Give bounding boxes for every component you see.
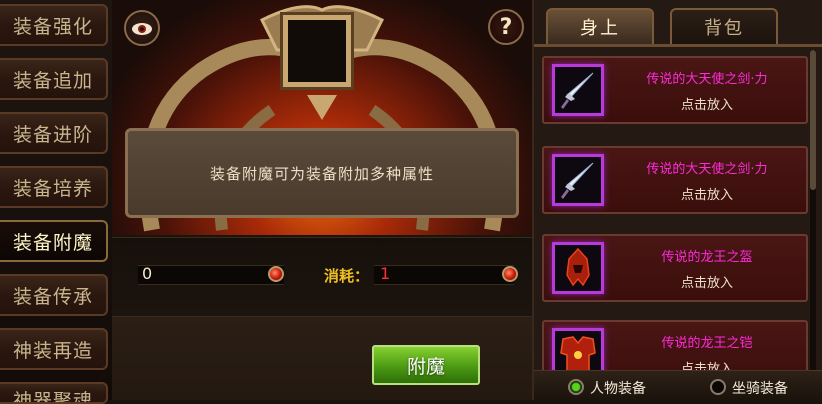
menu-item-label: 装备进阶 [12, 123, 93, 146]
side-menu: 装备强化 装备追加 装备进阶 装备培养 装备附魔 装备传承 神装再造 神器聚魂 [0, 0, 112, 404]
scrollbar-thumb[interactable] [810, 50, 816, 190]
menu-item-inherit[interactable]: 装备传承 [0, 274, 108, 316]
description-text: 装备附魔可为装备附加多种属性 [209, 164, 434, 183]
menu-item-append[interactable]: 装备追加 [0, 58, 108, 100]
menu-item-enhance[interactable]: 装备强化 [0, 4, 108, 46]
menu-item-label: 装备培养 [12, 177, 93, 200]
equipment-slot[interactable] [283, 15, 351, 87]
helmet-icon [552, 242, 604, 294]
menu-item-label: 神器聚魂 [12, 390, 93, 404]
tab-label: 身上 [580, 18, 620, 39]
owned-count-bar [138, 265, 284, 285]
enchant-button[interactable]: 附魔 [372, 345, 480, 385]
item-action: 点击放入 [680, 98, 733, 113]
cost-row: 0 消耗： 1 [112, 237, 532, 317]
menu-item-label: 神装再造 [12, 339, 93, 362]
help-icon: ? [499, 14, 513, 40]
tab-label: 背包 [704, 18, 744, 39]
equipment-panel: 身上 背包 传说的大天使之剑·力 点击放入 传说的大天使之剑·力 点击放入 传说… [532, 0, 822, 401]
menu-item-cultivate[interactable]: 装备培养 [0, 166, 108, 208]
item-name: 传说的龙王之铠 [661, 336, 753, 351]
menu-item-label: 装备附魔 [12, 231, 93, 254]
menu-item-label: 装备强化 [12, 15, 93, 38]
cost-bar [374, 265, 514, 285]
list-item[interactable]: 传说的大天使之剑·力 点击放入 [542, 56, 808, 124]
item-action: 点击放入 [680, 276, 733, 291]
enchant-altar-art: ? 装备附魔可为装备附加多种属性 [112, 0, 532, 235]
menu-item-advance[interactable]: 装备进阶 [0, 112, 108, 154]
tab-divider [534, 44, 822, 47]
menu-item-label: 装备追加 [12, 69, 93, 92]
sword-icon [552, 154, 604, 206]
item-action: 点击放入 [680, 188, 733, 203]
tab-equipped[interactable]: 身上 [546, 8, 654, 44]
eye-icon[interactable] [124, 10, 160, 46]
filter-bar: 人物装备 坐骑装备 [534, 370, 822, 401]
item-name: 传说的大天使之剑·力 [646, 162, 768, 177]
owned-count: 0 [142, 264, 153, 283]
action-area: 附魔 [112, 317, 532, 400]
enchant-panel: ? 装备附魔可为装备附加多种属性 0 消耗： 1 附魔 [112, 0, 532, 400]
menu-item-soul[interactable]: 神器聚魂 [0, 382, 108, 404]
gem-icon [502, 266, 518, 282]
sword-icon [552, 64, 604, 116]
description-box: 装备附魔可为装备附加多种属性 [125, 128, 519, 218]
item-name: 传说的大天使之剑·力 [646, 72, 768, 87]
item-name: 传说的龙王之盔 [661, 250, 753, 265]
list-item[interactable]: 传说的龙王之盔 点击放入 [542, 234, 808, 302]
radio-mount-equipment[interactable] [710, 379, 726, 395]
gem-icon [268, 266, 284, 282]
eye-icon-glyph [132, 23, 152, 35]
help-button[interactable]: ? [488, 9, 524, 45]
tab-bag[interactable]: 背包 [670, 8, 778, 44]
cost-value: 1 [380, 264, 391, 283]
menu-item-enchant[interactable]: 装备附魔 [0, 220, 108, 262]
radio-character-equipment[interactable] [568, 379, 584, 395]
menu-item-remake[interactable]: 神装再造 [0, 328, 108, 370]
enchant-button-label: 附魔 [406, 355, 445, 378]
radio-label: 坐骑装备 [732, 381, 788, 397]
menu-item-label: 装备传承 [12, 285, 93, 308]
list-item[interactable]: 传说的大天使之剑·力 点击放入 [542, 146, 808, 214]
radio-label: 人物装备 [590, 381, 646, 397]
cost-label: 消耗： [324, 267, 370, 285]
